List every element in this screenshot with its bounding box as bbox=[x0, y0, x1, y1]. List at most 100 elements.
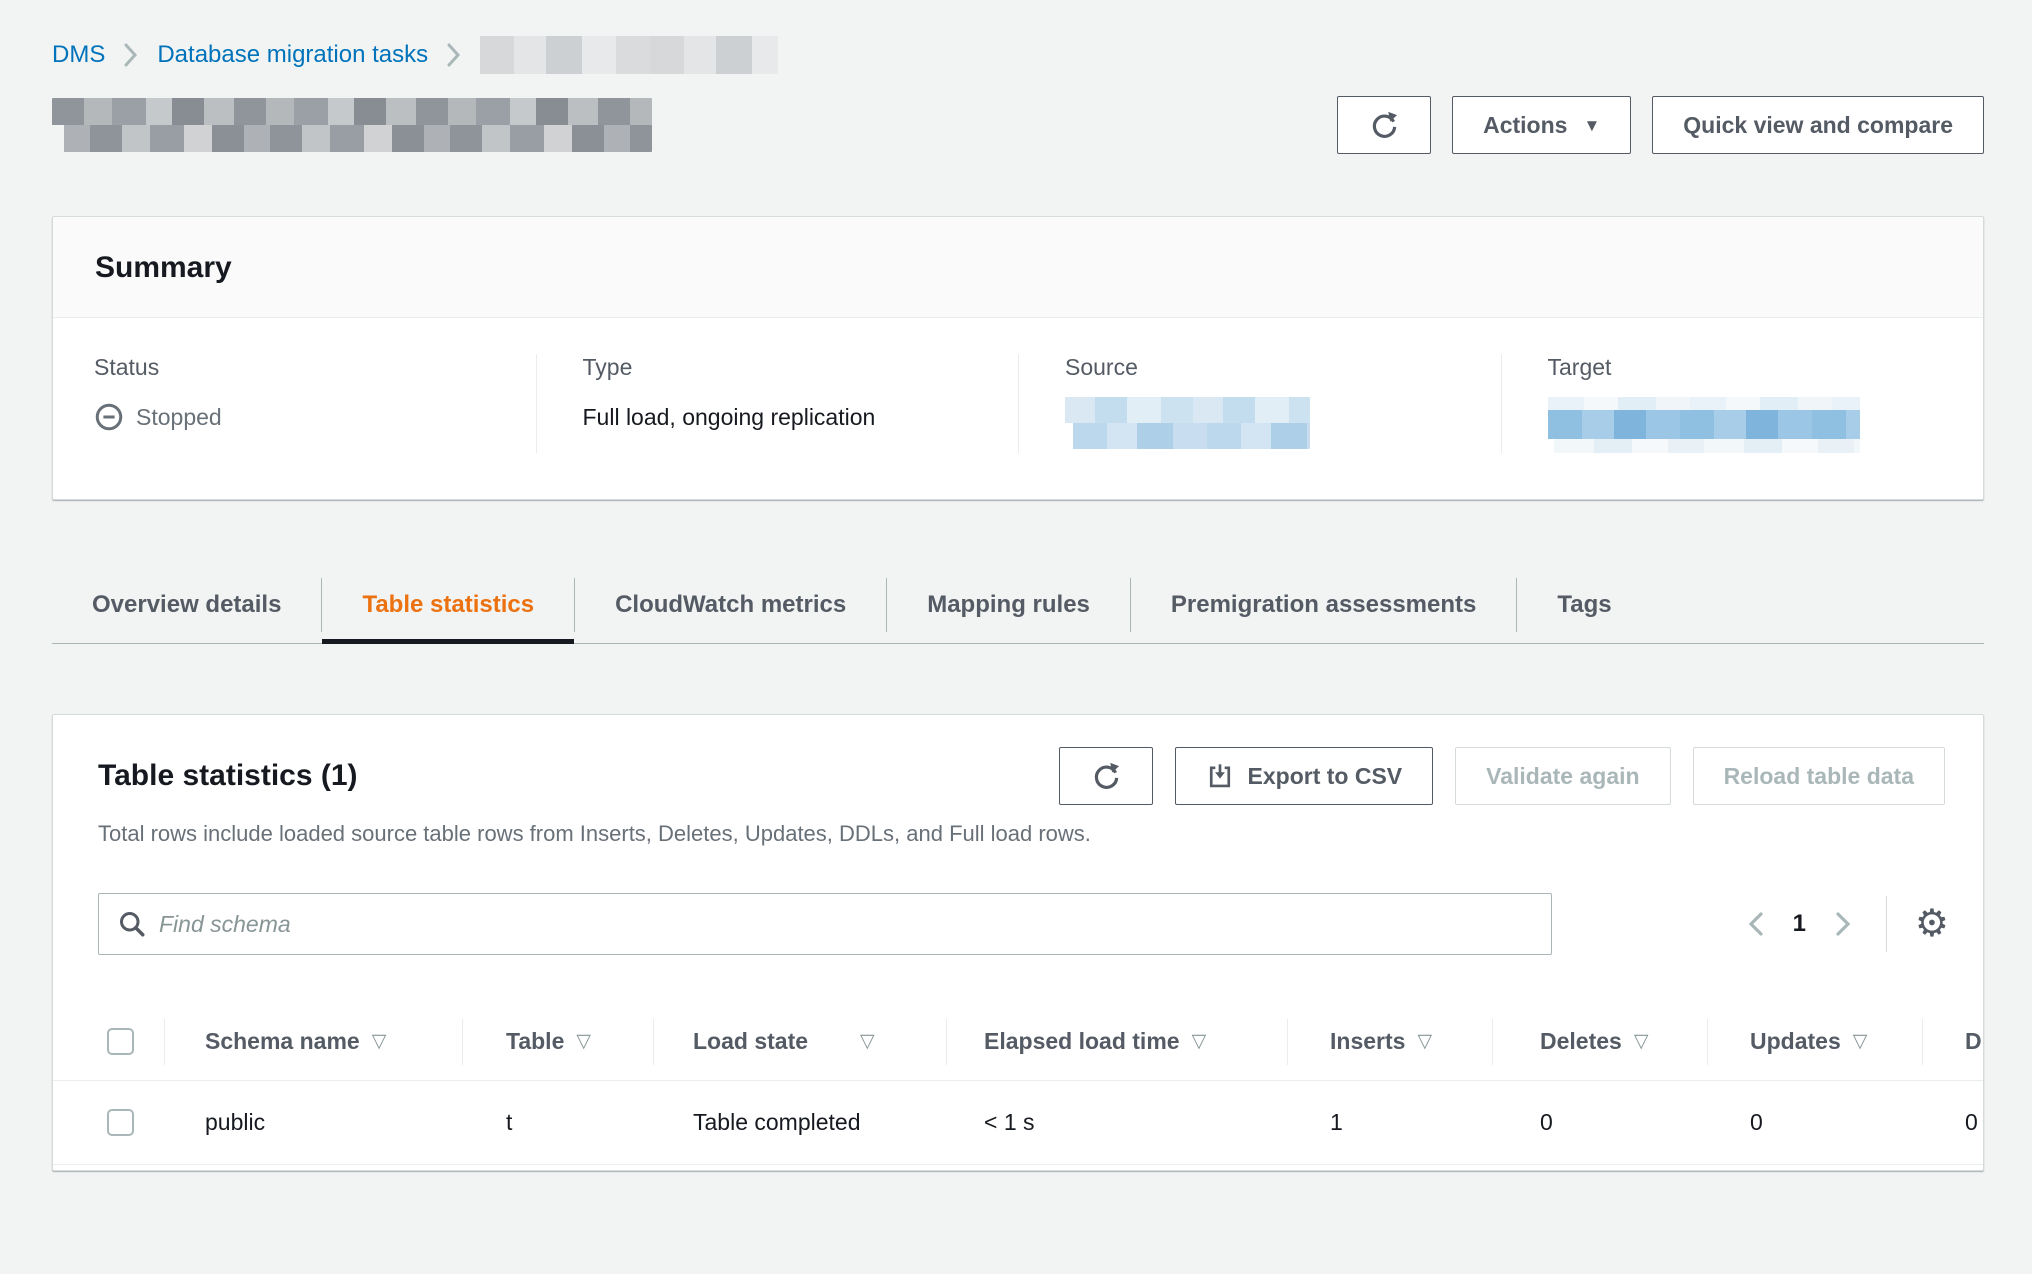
target-label: Target bbox=[1548, 354, 1960, 381]
page: DMS Database migration tasks Actions ▼ Q… bbox=[0, 0, 2032, 1171]
pagination: 1 ⚙ bbox=[1743, 896, 1949, 952]
row-cell-select bbox=[53, 1081, 164, 1164]
sort-icon[interactable]: ▽ bbox=[1634, 1030, 1649, 1053]
table-row[interactable]: public t Table completed < 1 s 1 0 0 0 bbox=[53, 1081, 1984, 1165]
column-label: Table bbox=[506, 1028, 564, 1055]
previous-page-button[interactable] bbox=[1743, 908, 1769, 940]
page-header: Actions ▼ Quick view and compare bbox=[52, 96, 1984, 154]
select-all-checkbox[interactable] bbox=[107, 1028, 134, 1055]
status-label: Status bbox=[94, 354, 512, 381]
tab-tags[interactable]: Tags bbox=[1517, 566, 1651, 643]
table-statistics-header: Table statistics (1) Export to CSV Valid… bbox=[98, 747, 1945, 805]
actions-button-label: Actions bbox=[1483, 112, 1567, 139]
row-cell-ddls: 0 bbox=[1922, 1081, 1984, 1164]
table-statistics-card: Table statistics (1) Export to CSV Valid… bbox=[52, 714, 1984, 1171]
row-cell-inserts: 1 bbox=[1287, 1081, 1492, 1164]
column-label: Load state bbox=[693, 1028, 808, 1055]
current-page-number: 1 bbox=[1793, 910, 1806, 938]
tab-bar: Overview details Table statistics CloudW… bbox=[52, 566, 1984, 644]
page-title-redacted bbox=[52, 98, 652, 152]
row-cell-deletes: 0 bbox=[1492, 1081, 1707, 1164]
tab-mapping-rules[interactable]: Mapping rules bbox=[887, 566, 1130, 643]
tab-premigration-assessments[interactable]: Premigration assessments bbox=[1131, 566, 1516, 643]
schema-search bbox=[98, 893, 1552, 955]
row-checkbox[interactable] bbox=[107, 1109, 134, 1136]
chevron-left-icon bbox=[1743, 908, 1769, 940]
tab-table-statistics[interactable]: Table statistics bbox=[322, 566, 574, 643]
row-cell-updates: 0 bbox=[1707, 1081, 1922, 1164]
table-controls: 1 ⚙ bbox=[98, 893, 1949, 955]
source-label: Source bbox=[1065, 354, 1477, 381]
row-cell-elapsed-load-time: < 1 s bbox=[946, 1081, 1287, 1164]
breadcrumb-link-dms[interactable]: DMS bbox=[52, 41, 105, 69]
find-schema-input[interactable] bbox=[98, 893, 1552, 955]
table-statistics-title: Table statistics (1) bbox=[98, 759, 358, 793]
reload-table-data-button[interactable]: Reload table data bbox=[1693, 747, 1945, 805]
actions-button[interactable]: Actions ▼ bbox=[1452, 96, 1631, 154]
column-divider bbox=[462, 1019, 463, 1065]
summary-field-source: Source bbox=[1018, 354, 1501, 453]
column-divider bbox=[1492, 1019, 1493, 1065]
source-link-redacted[interactable] bbox=[1065, 397, 1310, 449]
header-cell-table[interactable]: Table ▽ bbox=[462, 1003, 653, 1080]
header-cell-schema-name[interactable]: Schema name ▽ bbox=[164, 1003, 462, 1080]
download-icon bbox=[1206, 762, 1234, 790]
pagination-divider bbox=[1886, 896, 1887, 952]
sort-icon[interactable]: ▽ bbox=[576, 1030, 591, 1053]
header-cell-elapsed-load-time[interactable]: Elapsed load time ▽ bbox=[946, 1003, 1287, 1080]
tab-overview-details[interactable]: Overview details bbox=[52, 566, 321, 643]
header-cell-load-state[interactable]: Load state ▽ bbox=[653, 1003, 946, 1080]
summary-field-target: Target bbox=[1501, 354, 1984, 453]
column-label: Inserts bbox=[1330, 1028, 1405, 1055]
summary-fields: Status Stopped Type Full load, ongoing r… bbox=[53, 318, 1983, 499]
validate-again-button[interactable]: Validate again bbox=[1455, 747, 1670, 805]
status-value: Stopped bbox=[94, 397, 512, 437]
type-value: Full load, ongoing replication bbox=[583, 397, 995, 437]
header-cell-select bbox=[53, 1003, 164, 1080]
card-bottom-padding bbox=[53, 1165, 1983, 1170]
gear-icon: ⚙ bbox=[1915, 903, 1949, 945]
breadcrumb-current-redacted bbox=[480, 36, 778, 74]
type-label: Type bbox=[583, 354, 995, 381]
preferences-button[interactable]: ⚙ bbox=[1915, 905, 1949, 943]
column-divider bbox=[653, 1019, 654, 1065]
search-icon bbox=[117, 909, 147, 944]
sort-icon[interactable]: ▽ bbox=[860, 1030, 875, 1053]
export-to-csv-button[interactable]: Export to CSV bbox=[1175, 747, 1434, 805]
table-refresh-button[interactable] bbox=[1059, 747, 1153, 805]
tab-cloudwatch-metrics[interactable]: CloudWatch metrics bbox=[575, 566, 886, 643]
header-cell-ddls[interactable]: D bbox=[1922, 1003, 1984, 1080]
table-header-row: Schema name ▽ Table ▽ Load state ▽ Elaps… bbox=[53, 1003, 1984, 1081]
breadcrumb-link-tasks[interactable]: Database migration tasks bbox=[157, 41, 428, 69]
quick-view-and-compare-button[interactable]: Quick view and compare bbox=[1652, 96, 1984, 154]
target-link-redacted[interactable] bbox=[1548, 397, 1860, 453]
column-divider bbox=[946, 1019, 947, 1065]
refresh-button[interactable] bbox=[1337, 96, 1431, 154]
column-label: Elapsed load time bbox=[984, 1028, 1180, 1055]
sort-icon[interactable]: ▽ bbox=[1192, 1030, 1207, 1053]
sort-icon[interactable]: ▽ bbox=[1417, 1030, 1432, 1053]
column-label: Updates bbox=[1750, 1028, 1841, 1055]
caret-down-icon: ▼ bbox=[1583, 117, 1600, 134]
refresh-icon bbox=[1368, 109, 1400, 141]
row-cell-table: t bbox=[462, 1081, 653, 1164]
header-cell-inserts[interactable]: Inserts ▽ bbox=[1287, 1003, 1492, 1080]
refresh-icon bbox=[1090, 760, 1122, 792]
next-page-button[interactable] bbox=[1830, 908, 1856, 940]
header-cell-deletes[interactable]: Deletes ▽ bbox=[1492, 1003, 1707, 1080]
table-statistics-actions: Export to CSV Validate again Reload tabl… bbox=[1059, 747, 1945, 805]
chevron-right-icon bbox=[123, 42, 139, 68]
summary-card-header: Summary bbox=[53, 217, 1983, 318]
summary-field-type: Type Full load, ongoing replication bbox=[536, 354, 1019, 453]
chevron-right-icon bbox=[446, 42, 462, 68]
target-value bbox=[1548, 397, 1960, 453]
summary-field-status: Status Stopped bbox=[53, 354, 536, 453]
column-label: Schema name bbox=[205, 1028, 360, 1055]
sort-icon[interactable]: ▽ bbox=[1853, 1030, 1868, 1053]
sort-icon[interactable]: ▽ bbox=[372, 1030, 387, 1053]
export-to-csv-label: Export to CSV bbox=[1248, 763, 1403, 790]
header-cell-updates[interactable]: Updates ▽ bbox=[1707, 1003, 1922, 1080]
summary-title: Summary bbox=[95, 251, 1938, 285]
breadcrumb: DMS Database migration tasks bbox=[52, 36, 1984, 74]
status-text: Stopped bbox=[136, 404, 222, 431]
